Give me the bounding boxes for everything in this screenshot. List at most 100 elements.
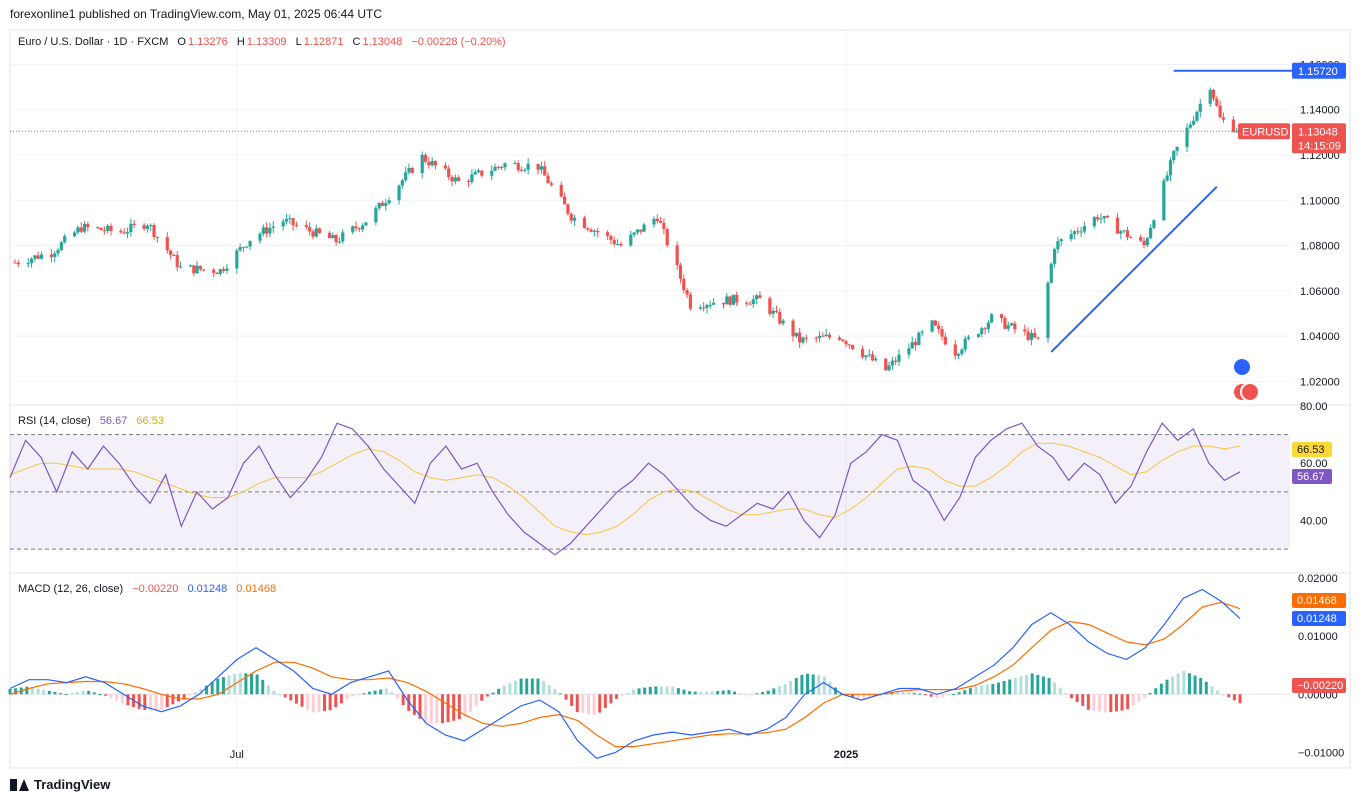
- candle-body: [427, 161, 431, 166]
- candle-body: [920, 331, 924, 333]
- macd-signal-line: [9, 601, 1241, 748]
- candle-body: [1195, 111, 1199, 121]
- candle-body: [235, 250, 239, 269]
- macd-histogram-bar: [1131, 694, 1135, 706]
- candle-body: [215, 272, 219, 274]
- macd-histogram-bar: [592, 694, 596, 715]
- macd-histogram-bar: [654, 686, 658, 695]
- macd-histogram-bar: [525, 678, 529, 695]
- candle-body: [546, 175, 550, 184]
- candle-body: [400, 180, 404, 186]
- macd-histogram-bar: [1114, 694, 1118, 712]
- macd-histogram-bar: [1210, 686, 1214, 695]
- low-value: 1.12871: [303, 36, 344, 48]
- chart-canvas[interactable]: Jul 2025 1.02000 1.04000 1.06000 1.08000 1.100…: [0, 0, 1364, 803]
- macd-histogram-bar: [581, 694, 585, 714]
- candle-body: [870, 354, 875, 361]
- macd-histogram-bar: [688, 691, 692, 695]
- candle-body: [281, 221, 285, 227]
- macd-histogram-bar: [828, 682, 832, 695]
- macd-histogram-bar: [598, 694, 602, 713]
- macd-histogram-bar: [710, 691, 714, 695]
- candle-body: [539, 166, 544, 170]
- macd-histogram-bar: [300, 694, 304, 707]
- macd-histogram-bar: [963, 690, 967, 695]
- candle-body: [612, 240, 616, 245]
- high-value: 1.13309: [246, 36, 287, 48]
- macd-histogram-bar: [1143, 694, 1147, 698]
- candle-body: [986, 322, 990, 330]
- macd-histogram-bar: [1154, 688, 1158, 695]
- macd-histogram-bar: [328, 694, 332, 711]
- rsi-value: 56.67: [99, 415, 128, 427]
- candle-body: [258, 233, 262, 241]
- candle-body: [559, 184, 563, 197]
- rsi-ma-value: 66.53: [136, 415, 164, 427]
- candle-body: [175, 255, 179, 268]
- tradingview-logo[interactable]: TradingView: [10, 777, 110, 792]
- candle-body: [1185, 127, 1189, 147]
- macd-histogram-bar: [1137, 694, 1141, 702]
- symbol-title: Euro / U.S. Dollar · 1D · FXCM: [18, 36, 169, 48]
- countdown-label: 14:15:09: [1298, 140, 1341, 152]
- macd-hist-value: −0.00220: [132, 583, 179, 595]
- macd-histogram-bar: [996, 682, 1000, 695]
- candle-body: [705, 305, 709, 308]
- candle-body: [271, 226, 275, 228]
- macd-histogram-bar: [1109, 694, 1113, 713]
- candle-body: [794, 332, 798, 337]
- macd-histogram-bar: [1187, 673, 1191, 695]
- candle-body: [331, 235, 335, 239]
- macd-histogram-bar: [1008, 679, 1012, 695]
- macd-histogram-bar: [345, 694, 349, 700]
- macd-histogram-bar: [558, 693, 562, 695]
- macd-histogram-bar: [1086, 694, 1090, 710]
- candle-body: [771, 310, 775, 314]
- macd-histogram-bar: [278, 694, 282, 696]
- macd-histogram-bar: [952, 693, 956, 695]
- macd-histogram-bar: [491, 692, 495, 695]
- candle-body: [774, 310, 779, 313]
- candle-body: [188, 265, 193, 267]
- candle-body: [609, 235, 613, 241]
- macd-histogram-bar: [255, 674, 259, 695]
- macd-histogram-bar: [530, 678, 534, 695]
- candle-body: [1036, 337, 1040, 339]
- macd-histogram-bar: [946, 694, 950, 696]
- candle-body: [29, 258, 34, 264]
- macd-histogram-bar: [755, 693, 759, 695]
- candle-body: [109, 225, 113, 231]
- macd-histogram-bar: [777, 686, 781, 695]
- candle-body: [490, 170, 494, 176]
- macd-histogram-bar: [811, 674, 815, 695]
- candle-body: [659, 221, 663, 223]
- candle-body: [1129, 237, 1133, 239]
- candle-body: [380, 202, 385, 206]
- candle-body: [748, 303, 752, 305]
- macd-histogram-bar: [98, 694, 102, 696]
- candle-body: [443, 165, 448, 169]
- candle-body: [1105, 215, 1110, 218]
- candle-body: [248, 240, 252, 247]
- high-label: H: [236, 36, 245, 48]
- macd-histogram-bar: [143, 694, 147, 710]
- candle-body: [377, 202, 381, 209]
- macd-histogram-bar: [250, 673, 254, 695]
- macd-histogram-bar: [47, 690, 51, 695]
- macd-histogram-bar: [508, 683, 512, 695]
- candle-body: [1049, 263, 1053, 283]
- macd-histogram-bar: [1182, 670, 1186, 695]
- candle-body: [513, 163, 517, 165]
- macd-histogram-bar: [1103, 694, 1107, 713]
- candle-body: [1149, 227, 1153, 239]
- macd-histogram-bar: [1053, 682, 1057, 695]
- candle-body: [1099, 218, 1103, 220]
- candle-body: [874, 358, 878, 361]
- macd-histogram-bar: [356, 694, 360, 696]
- candle-body: [1119, 231, 1123, 234]
- macd-histogram-bar: [929, 694, 933, 697]
- macd-histogram-bar: [429, 694, 433, 724]
- candle-body: [1023, 329, 1027, 332]
- macd-histogram-bar: [227, 675, 231, 695]
- macd-histogram-bar: [856, 694, 860, 699]
